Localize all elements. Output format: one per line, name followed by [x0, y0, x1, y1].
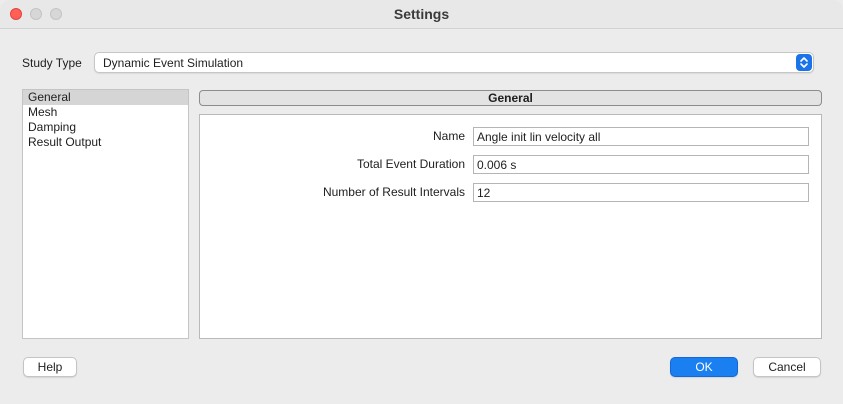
- form-row-duration: Total Event Duration: [200, 155, 821, 174]
- nav-item-general[interactable]: General: [23, 90, 188, 105]
- form-row-name: Name: [200, 127, 821, 146]
- settings-window: Settings Study Type Dynamic Event Simula…: [0, 0, 843, 404]
- cancel-button[interactable]: Cancel: [753, 357, 821, 377]
- total-event-duration-field[interactable]: [473, 155, 809, 174]
- name-field[interactable]: [473, 127, 809, 146]
- up-down-chevron-icon[interactable]: [796, 54, 812, 71]
- general-settings-panel: Name Total Event Duration Number of Resu…: [199, 114, 822, 339]
- form-row-intervals: Number of Result Intervals: [200, 183, 821, 202]
- section-header: General: [199, 90, 822, 106]
- title-bar[interactable]: Settings: [0, 0, 843, 29]
- study-type-select[interactable]: Dynamic Event Simulation: [94, 52, 814, 73]
- result-intervals-label: Number of Result Intervals: [322, 185, 465, 199]
- ok-button[interactable]: OK: [670, 357, 738, 377]
- window-title: Settings: [393, 6, 450, 22]
- name-label: Name: [432, 129, 465, 143]
- settings-category-list: General Mesh Damping Result Output: [22, 89, 189, 339]
- result-intervals-field[interactable]: [473, 183, 809, 202]
- nav-item-result-output[interactable]: Result Output: [23, 135, 188, 150]
- nav-item-mesh[interactable]: Mesh: [23, 105, 188, 120]
- study-type-label: Study Type: [22, 56, 82, 70]
- nav-item-damping[interactable]: Damping: [23, 120, 188, 135]
- study-type-value: Dynamic Event Simulation: [103, 56, 244, 70]
- help-button[interactable]: Help: [23, 357, 77, 377]
- total-event-duration-label: Total Event Duration: [356, 157, 465, 171]
